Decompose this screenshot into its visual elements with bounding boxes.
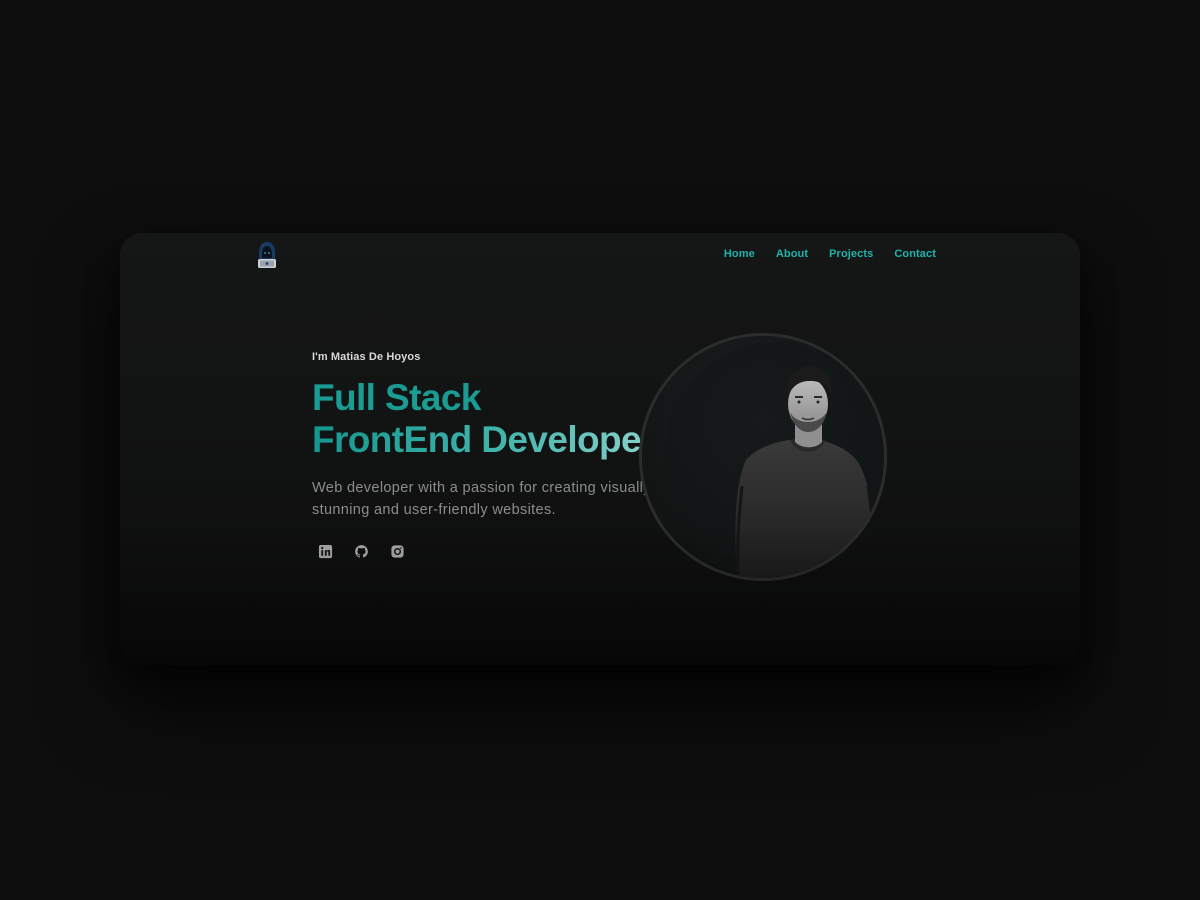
instagram-icon <box>391 545 404 558</box>
site-logo[interactable] <box>256 241 278 269</box>
github-icon <box>355 545 368 558</box>
github-link[interactable] <box>354 544 370 560</box>
top-navigation: Home About Projects Contact <box>120 233 1080 279</box>
hero-card: Home About Projects Contact I'm Matias D… <box>120 233 1080 665</box>
hero-description: Web developer with a passion for creatin… <box>312 480 651 518</box>
profile-portrait <box>639 333 887 581</box>
hooded-hacker-logo-icon <box>258 242 276 268</box>
nav-link-projects[interactable]: Projects <box>829 248 873 260</box>
nav-link-home[interactable]: Home <box>724 248 755 260</box>
nav-link-about[interactable]: About <box>776 248 808 260</box>
portrait-photo <box>642 336 884 578</box>
linkedin-icon <box>318 544 333 559</box>
social-links <box>318 544 406 560</box>
instagram-link[interactable] <box>390 544 406 560</box>
nav-link-contact[interactable]: Contact <box>894 248 936 260</box>
linkedin-link[interactable] <box>318 544 334 560</box>
nav-links: Home About Projects Contact <box>724 248 936 260</box>
page-background: Home About Projects Contact I'm Matias D… <box>0 0 1200 900</box>
